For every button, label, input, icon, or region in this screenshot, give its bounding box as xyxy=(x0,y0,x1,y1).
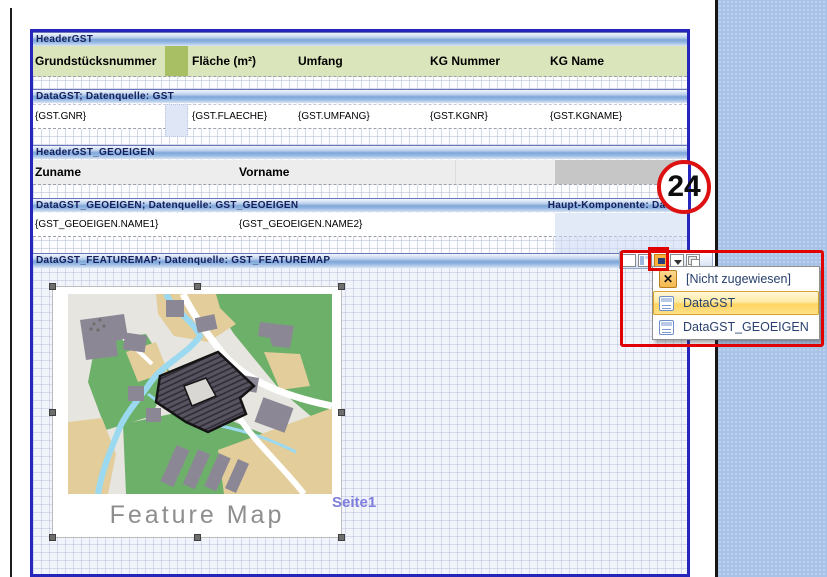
field-gst-kgname[interactable]: {GST.KGNAME} xyxy=(548,105,687,128)
report-page: HeaderGST Grundstücksnummer Fläche (m²) … xyxy=(30,29,690,577)
field-gst-kgnr[interactable]: {GST.KGNR} xyxy=(428,105,548,128)
field-geoeigen-name2[interactable]: {GST_GEOEIGEN.NAME2} xyxy=(237,213,455,236)
selected-column-cell[interactable] xyxy=(165,46,188,76)
field-gst-flaeche[interactable]: {GST.FLAECHE} xyxy=(190,105,296,128)
selected-column-strip[interactable] xyxy=(165,104,188,137)
column-header-grundstuecksnummer[interactable]: Grundstücksnummer xyxy=(33,46,165,76)
resize-handle-w[interactable] xyxy=(49,409,56,416)
column-header-flaeche[interactable]: Fläche (m²) xyxy=(190,46,296,76)
field-geoeigen-name1[interactable]: {GST_GEOEIGEN.NAME1} xyxy=(33,213,237,236)
band-bar-datagst-geoeigen[interactable]: DataGST_GEOEIGEN; Datenquelle: GST_GEOEI… xyxy=(33,198,687,212)
field-gst-umfang[interactable]: {GST.UMFANG} xyxy=(296,105,428,128)
feature-map-image xyxy=(68,294,332,494)
resize-handle-e[interactable] xyxy=(338,409,345,416)
geoeigen-header-row: Zuname Vorname xyxy=(33,160,687,185)
window-edge-line xyxy=(10,8,12,577)
column-header-kgname[interactable]: KG Name xyxy=(548,46,687,76)
column-header-umfang[interactable]: Umfang xyxy=(296,46,428,76)
resize-handle-sw[interactable] xyxy=(49,534,56,541)
map-caption: Feature Map xyxy=(53,501,341,530)
column-header-kgnummer[interactable]: KG Nummer xyxy=(428,46,548,76)
annotation-highlight-box xyxy=(648,247,669,271)
band-title-text: DataGST_GEOEIGEN; Datenquelle: GST_GEOEI… xyxy=(36,200,298,211)
band-bar-headergst[interactable]: HeaderGST xyxy=(33,32,687,46)
resize-handle-se[interactable] xyxy=(338,534,345,541)
resize-handle-nw[interactable] xyxy=(49,283,56,290)
band-bar-datagst[interactable]: DataGST; Datenquelle: GST xyxy=(33,89,687,103)
page-name-watermark: Seite1 xyxy=(332,494,376,511)
gst-header-row: Grundstücksnummer Fläche (m²) Umfang KG … xyxy=(33,46,687,77)
column-header-vorname[interactable]: Vorname xyxy=(237,160,455,184)
cell-divider xyxy=(455,160,456,184)
annotation-step-circle: 24 xyxy=(657,160,711,214)
resize-handle-n[interactable] xyxy=(194,283,201,290)
annotation-step-number: 24 xyxy=(661,164,707,210)
featuremap-image-object[interactable]: Feature Map xyxy=(52,286,342,538)
column-header-zuname[interactable]: Zuname xyxy=(33,160,237,184)
resize-handle-s[interactable] xyxy=(194,534,201,541)
band-bar-datagst-featuremap[interactable]: DataGST_FEATUREMAP; Datenquelle: GST_FEA… xyxy=(33,253,687,268)
band-bar-headergst-geoeigen[interactable]: HeaderGST_GEOEIGEN xyxy=(33,145,687,159)
field-gst-gnr[interactable]: {GST.GNR} xyxy=(33,105,165,128)
resize-handle-ne[interactable] xyxy=(338,283,345,290)
gst-field-row: {GST.GNR} {GST.FLAECHE} {GST.UMFANG} {GS… xyxy=(33,104,687,129)
